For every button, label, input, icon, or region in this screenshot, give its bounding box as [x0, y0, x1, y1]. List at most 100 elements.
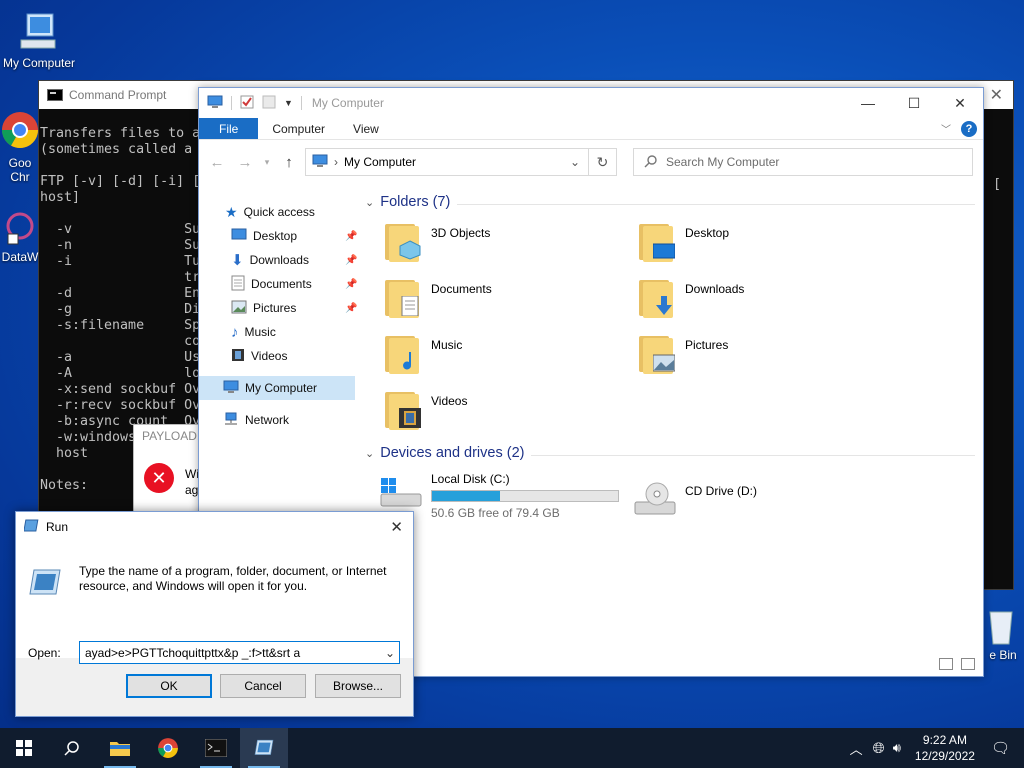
clock[interactable]: 9:22 AM 12/29/2022 [905, 732, 985, 764]
nav-desktop[interactable]: Desktop 📌 [231, 224, 357, 248]
computer-icon [207, 95, 223, 112]
address-chevron-icon[interactable]: › [334, 155, 338, 169]
new-folder-icon[interactable] [262, 95, 276, 112]
nav-label: Network [245, 413, 290, 427]
forward-icon[interactable]: → [233, 154, 257, 171]
start-button[interactable] [0, 728, 48, 768]
large-icons-view-icon[interactable] [961, 658, 975, 670]
network-globe-icon[interactable]: 🌐︎ [869, 740, 889, 757]
folder-music-icon [383, 334, 423, 374]
notification-icon[interactable]: 🗨︎ [985, 739, 1024, 757]
desktop-icon-label: Goo Chr [8, 156, 32, 184]
folder-3d-objects[interactable]: 3D Objects [383, 222, 490, 262]
desktop-icon-recycle-bin[interactable]: e Bin [982, 606, 1024, 662]
maximize-button[interactable]: ☐ [891, 88, 937, 118]
nav-pictures[interactable]: Pictures 📌 [231, 296, 357, 320]
drive-c[interactable]: Local Disk (C:) 50.6 GB free of 79.4 GB [379, 472, 619, 520]
ok-button[interactable]: OK [126, 674, 212, 698]
nav-network[interactable]: Network [223, 408, 289, 432]
error-dialog[interactable]: PAYLOAD.E ✕ Wi ag [133, 424, 208, 512]
network-icon [223, 412, 239, 429]
chevron-up-icon[interactable]: ︿ [844, 739, 869, 758]
cancel-button[interactable]: Cancel [220, 674, 306, 698]
desktop-icon-label: e Bin [989, 648, 1017, 662]
properties-icon[interactable] [240, 95, 254, 112]
computer-icon [312, 154, 328, 171]
desktop-icon-chrome[interactable]: Goo Chr [0, 110, 40, 184]
tab-computer[interactable]: Computer [258, 118, 339, 139]
help-icon[interactable]: ? [961, 120, 977, 137]
folder-label: Downloads [685, 282, 745, 296]
error-text-1: Wi [185, 467, 199, 481]
drives-group-header[interactable]: ⌄ Devices and drives (2) [365, 445, 524, 461]
back-icon[interactable]: ← [205, 154, 229, 171]
address-bar[interactable]: › My Computer ⌄ ↻ [305, 148, 617, 176]
computer-icon [17, 10, 61, 54]
folder-documents[interactable]: Documents [383, 278, 492, 318]
folder-label: Music [431, 338, 463, 352]
recent-locations-icon[interactable]: ▾ [261, 157, 273, 168]
nav-my-computer[interactable]: My Computer [199, 376, 355, 400]
desktop-icon-datawrapper[interactable]: DataW [0, 208, 40, 264]
refresh-icon[interactable]: ↻ [588, 149, 616, 175]
tab-view[interactable]: View [339, 118, 393, 139]
recycle-bin-icon [986, 606, 1016, 646]
nav-quick-access[interactable]: ★ Quick access [225, 200, 315, 224]
windows-icon [16, 740, 32, 756]
search-input[interactable]: Search My Computer [633, 148, 973, 176]
folder-music[interactable]: Music [383, 334, 462, 374]
folder-videos[interactable]: Videos [383, 390, 467, 430]
nav-label: Downloads [249, 253, 309, 267]
picture-icon [231, 300, 247, 317]
browse-button[interactable]: Browse... [315, 674, 401, 698]
nav-label: Videos [251, 349, 288, 363]
folder-label: Videos [431, 394, 468, 408]
folder-3d-objects-icon [383, 222, 423, 262]
folder-desktop[interactable]: Desktop [637, 222, 729, 262]
nav-videos[interactable]: Videos [231, 344, 287, 368]
search-button[interactable] [48, 728, 96, 768]
taskbar-run[interactable] [240, 728, 288, 768]
run-title: Run [46, 520, 69, 534]
video-icon [231, 348, 245, 365]
expand-ribbon-icon[interactable]: ﹀ [941, 121, 951, 136]
explorer-title: My Computer [311, 96, 384, 110]
address-dropdown-icon[interactable]: ⌄ [570, 155, 580, 169]
folder-documents-icon [383, 278, 423, 318]
tab-file[interactable]: File [199, 118, 259, 139]
desktop-icon-my-computer[interactable]: My Computer [0, 10, 78, 70]
cmd-close-icon[interactable]: ✕ [990, 85, 1003, 105]
folder-icon [110, 742, 130, 756]
nav-music[interactable]: ♪ Music [231, 320, 276, 344]
run-close-icon[interactable]: ✕ [390, 518, 403, 536]
drive-d[interactable]: CD Drive (D:) [633, 480, 757, 520]
taskbar-chrome[interactable] [144, 728, 192, 768]
chevron-down-icon[interactable]: ⌄ [385, 646, 395, 660]
details-view-icon[interactable] [939, 658, 953, 670]
clock-date: 12/29/2022 [914, 749, 975, 763]
error-text-2: ag [185, 483, 199, 497]
collapse-chevron-icon: ⌄ [365, 196, 375, 209]
folder-downloads[interactable]: Downloads [637, 278, 744, 318]
open-combobox[interactable]: ayad>e>PGTTchoquittpttx&p _:f>tt&srt a ⌄ [79, 641, 400, 664]
folder-pictures[interactable]: Pictures [637, 334, 728, 374]
customize-quick-access-icon[interactable]: ▼ [284, 98, 293, 108]
run-dialog[interactable]: Run ✕ Type the name of a program, folder… [15, 511, 414, 717]
taskbar-command-prompt[interactable] [192, 728, 240, 768]
run-description: Type the name of a program, folder, docu… [79, 564, 387, 593]
collapse-chevron-icon: ⌄ [365, 447, 375, 460]
folders-header-label: Folders (7) [380, 194, 451, 210]
taskbar-file-explorer[interactable] [96, 728, 144, 768]
nav-label: Pictures [253, 301, 297, 315]
nav-downloads[interactable]: ⬇ Downloads 📌 [231, 248, 357, 272]
run-icon [254, 739, 274, 755]
run-titlebar[interactable]: Run [16, 512, 413, 542]
minimize-button[interactable]: — [845, 88, 891, 118]
folders-group-header[interactable]: ⌄ Folders (7) [365, 194, 450, 210]
ribbon-tabs: File Computer View ﹀ ? [199, 118, 983, 140]
up-icon[interactable]: ↑ [277, 154, 301, 171]
close-button[interactable]: ✕ [937, 88, 983, 118]
volume-icon[interactable]: 🔊︎ [889, 740, 905, 756]
terminal-icon [205, 739, 227, 757]
nav-documents[interactable]: Documents 📌 [231, 272, 357, 296]
